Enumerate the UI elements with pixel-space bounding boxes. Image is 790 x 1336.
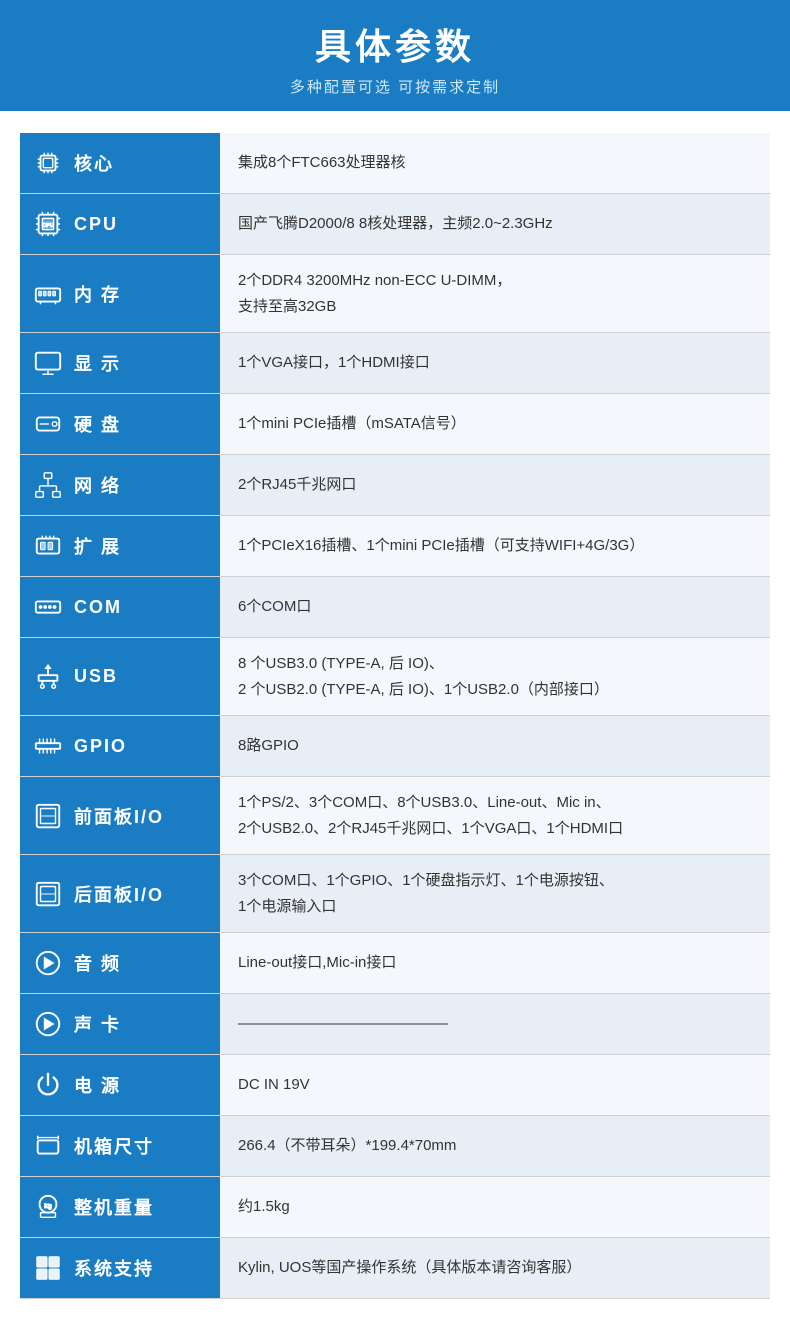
label-cell-core: 核心 <box>20 133 220 194</box>
value-cell-memory: 2个DDR4 3200MHz non-ECC U-DIMM，支持至高32GB <box>220 255 770 333</box>
table-row: 声 卡 —————————————— <box>20 994 770 1055</box>
power-icon <box>30 1067 66 1103</box>
monitor-icon <box>30 345 66 381</box>
label-cell-dimensions: 机箱尺寸 <box>20 1116 220 1177</box>
label-text-memory: 内 存 <box>74 281 121 307</box>
label-text-gpio: GPIO <box>74 736 127 757</box>
value-cell-frontpanel: 1个PS/2、3个COM口、8个USB3.0、Line-out、Mic in、2… <box>220 777 770 855</box>
label-cell-storage: 硬 盘 <box>20 394 220 455</box>
value-cell-power: DC IN 19V <box>220 1055 770 1116</box>
value-cell-os: Kylin, UOS等国产操作系统（具体版本请咨询客服） <box>220 1238 770 1299</box>
label-cell-network: 网 络 <box>20 455 220 516</box>
value-cell-display: 1个VGA接口，1个HDMI接口 <box>220 333 770 394</box>
value-cell-network: 2个RJ45千兆网口 <box>220 455 770 516</box>
audio-icon <box>30 945 66 981</box>
label-text-display: 显 示 <box>74 350 121 376</box>
label-cell-power: 电 源 <box>20 1055 220 1116</box>
table-row: 内 存 2个DDR4 3200MHz non-ECC U-DIMM，支持至高32G… <box>20 255 770 333</box>
label-cell-soundcard: 声 卡 <box>20 994 220 1055</box>
label-text-frontpanel: 前面板I/O <box>74 803 164 829</box>
network-icon <box>30 467 66 503</box>
label-text-os: 系统支持 <box>74 1255 154 1281</box>
label-text-core: 核心 <box>74 150 114 176</box>
label-cell-usb: USB <box>20 638 220 716</box>
label-text-cpu: CPU <box>74 214 118 235</box>
page-header: 具体参数 多种配置可选 可按需求定制 <box>0 0 790 111</box>
value-cell-dimensions: 266.4（不带耳朵）*199.4*70mm <box>220 1116 770 1177</box>
value-cell-weight: 约1.5kg <box>220 1177 770 1238</box>
table-row: kg 整机重量 约1.5kg <box>20 1177 770 1238</box>
label-text-dimensions: 机箱尺寸 <box>74 1133 154 1159</box>
gpio-icon <box>30 728 66 764</box>
value-cell-cpu: 国产飞腾D2000/8 8核处理器，主频2.0~2.3GHz <box>220 194 770 255</box>
value-cell-com: 6个COM口 <box>220 577 770 638</box>
windows-icon <box>30 1250 66 1286</box>
table-row: COM 6个COM口 <box>20 577 770 638</box>
label-cell-cpu: CPU CPU <box>20 194 220 255</box>
label-cell-audio: 音 频 <box>20 933 220 994</box>
label-cell-display: 显 示 <box>20 333 220 394</box>
audio-icon <box>30 1006 66 1042</box>
panel-icon <box>30 798 66 834</box>
label-text-power: 电 源 <box>74 1072 121 1098</box>
chip-icon <box>30 145 66 181</box>
table-row: 电 源 DC IN 19V <box>20 1055 770 1116</box>
label-text-audio: 音 频 <box>74 950 121 976</box>
label-cell-com: COM <box>20 577 220 638</box>
table-row: USB 8 个USB3.0 (TYPE-A, 后 IO)、2 个USB2.0 (T… <box>20 638 770 716</box>
cpu-icon: CPU <box>30 206 66 242</box>
usb-icon <box>30 659 66 695</box>
weight-icon: kg <box>30 1189 66 1225</box>
label-cell-gpio: GPIO <box>20 716 220 777</box>
label-text-weight: 整机重量 <box>74 1194 154 1220</box>
table-row: CPU CPU 国产飞腾D2000/8 8核处理器，主频2.0~2.3GHz <box>20 194 770 255</box>
table-row: 网 络 2个RJ45千兆网口 <box>20 455 770 516</box>
table-row: 扩 展 1个PCIeX16插槽、1个mini PCIe插槽（可支持WIFI+4G/… <box>20 516 770 577</box>
label-cell-weight: kg 整机重量 <box>20 1177 220 1238</box>
label-cell-rearpanel: 后面板I/O <box>20 855 220 933</box>
label-cell-memory: 内 存 <box>20 255 220 333</box>
svg-text:CPU: CPU <box>42 223 54 229</box>
label-text-network: 网 络 <box>74 472 121 498</box>
table-row: 系统支持 Kylin, UOS等国产操作系统（具体版本请咨询客服） <box>20 1238 770 1299</box>
label-cell-os: 系统支持 <box>20 1238 220 1299</box>
panel-icon <box>30 876 66 912</box>
com-icon <box>30 589 66 625</box>
page-title: 具体参数 <box>0 18 790 70</box>
label-cell-frontpanel: 前面板I/O <box>20 777 220 855</box>
table-row: 机箱尺寸 266.4（不带耳朵）*199.4*70mm <box>20 1116 770 1177</box>
table-row: 前面板I/O 1个PS/2、3个COM口、8个USB3.0、Line-out、Mi… <box>20 777 770 855</box>
value-cell-rearpanel: 3个COM口、1个GPIO、1个硬盘指示灯、1个电源按钮、1个电源输入口 <box>220 855 770 933</box>
label-text-soundcard: 声 卡 <box>74 1011 121 1037</box>
value-cell-usb: 8 个USB3.0 (TYPE-A, 后 IO)、2 个USB2.0 (TYPE… <box>220 638 770 716</box>
table-row: 后面板I/O 3个COM口、1个GPIO、1个硬盘指示灯、1个电源按钮、1个电源输… <box>20 855 770 933</box>
dimensions-icon <box>30 1128 66 1164</box>
value-cell-expansion: 1个PCIeX16插槽、1个mini PCIe插槽（可支持WIFI+4G/3G） <box>220 516 770 577</box>
hdd-icon <box>30 406 66 442</box>
value-cell-gpio: 8路GPIO <box>220 716 770 777</box>
expansion-icon <box>30 528 66 564</box>
ram-icon <box>30 276 66 312</box>
table-row: 核心 集成8个FTC663处理器核 <box>20 133 770 194</box>
table-row: 音 频 Line-out接口,Mic-in接口 <box>20 933 770 994</box>
table-row: GPIO 8路GPIO <box>20 716 770 777</box>
value-cell-soundcard: —————————————— <box>220 994 770 1055</box>
label-text-usb: USB <box>74 666 118 687</box>
label-text-expansion: 扩 展 <box>74 533 121 559</box>
label-text-storage: 硬 盘 <box>74 411 121 437</box>
table-row: 硬 盘 1个mini PCIe插槽（mSATA信号） <box>20 394 770 455</box>
value-cell-storage: 1个mini PCIe插槽（mSATA信号） <box>220 394 770 455</box>
label-cell-expansion: 扩 展 <box>20 516 220 577</box>
value-cell-audio: Line-out接口,Mic-in接口 <box>220 933 770 994</box>
label-text-rearpanel: 后面板I/O <box>74 881 164 907</box>
spec-table: 核心 集成8个FTC663处理器核 CPU CPU 国产飞腾D2000/8 8核处理器，… <box>20 133 770 1299</box>
value-cell-core: 集成8个FTC663处理器核 <box>220 133 770 194</box>
label-text-com: COM <box>74 597 122 618</box>
page-subtitle: 多种配置可选 可按需求定制 <box>0 76 790 97</box>
table-row: 显 示 1个VGA接口，1个HDMI接口 <box>20 333 770 394</box>
